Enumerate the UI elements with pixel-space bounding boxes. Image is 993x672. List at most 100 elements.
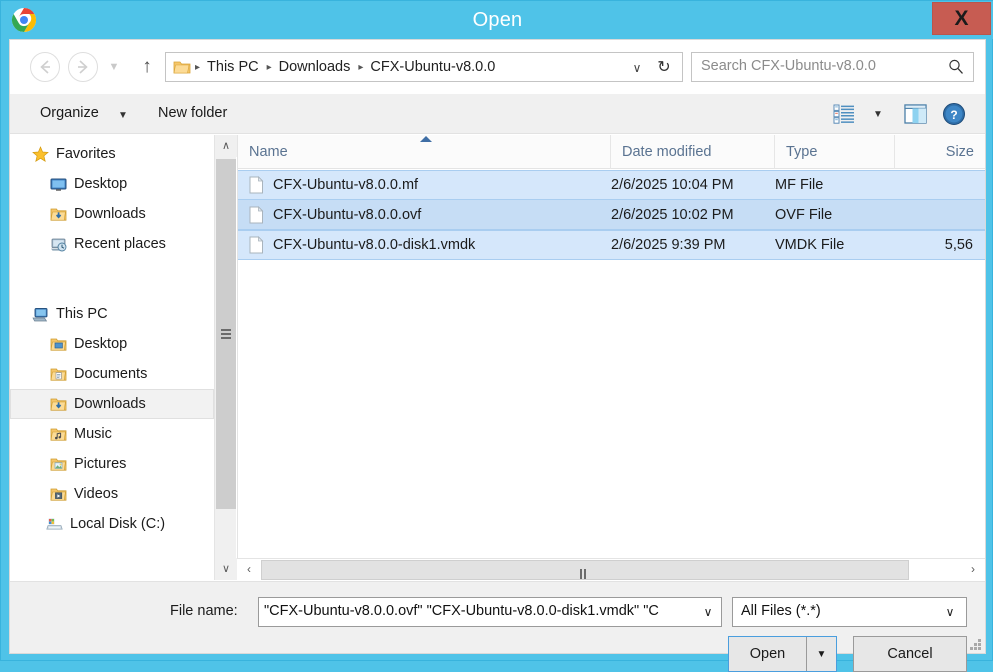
sidebar-item-desktop[interactable]: Desktop xyxy=(10,329,214,359)
table-row[interactable]: CFX-Ubuntu-v8.0.0.mf 2/6/2025 10:04 PM M… xyxy=(238,170,985,200)
file-size-cell: 5,56 xyxy=(895,237,973,253)
close-button[interactable]: X xyxy=(932,2,991,35)
sidebar-item-videos[interactable]: Videos xyxy=(10,479,214,509)
file-name-label: File name: xyxy=(170,603,238,619)
file-date-cell: 2/6/2025 10:02 PM xyxy=(611,207,771,223)
refresh-icon[interactable]: ↻ xyxy=(654,57,674,79)
recent-locations-icon[interactable]: ▼ xyxy=(106,60,122,74)
downloads-folder-icon xyxy=(50,206,67,223)
cancel-button[interactable]: Cancel xyxy=(853,636,967,672)
sidebar-item-music[interactable]: Music xyxy=(10,419,214,449)
table-row[interactable]: CFX-Ubuntu-v8.0.0-disk1.vmdk 2/6/2025 9:… xyxy=(238,230,985,260)
pictures-folder-icon xyxy=(50,456,67,473)
file-icon xyxy=(249,236,264,254)
forward-arrow-icon[interactable] xyxy=(68,52,98,82)
recent-places-icon xyxy=(50,236,67,253)
resize-grip-icon[interactable] xyxy=(967,636,981,650)
file-date-cell: 2/6/2025 10:04 PM xyxy=(611,177,771,193)
scrollbar-grip-icon xyxy=(221,329,231,339)
open-dropdown-button[interactable]: ▼ xyxy=(806,637,836,671)
scroll-right-button[interactable]: › xyxy=(963,559,983,580)
breadcrumb-item-current-folder[interactable]: CFX-Ubuntu-v8.0.0 xyxy=(366,59,499,75)
folder-icon xyxy=(173,60,191,75)
dialog-footer: File name: "CFX-Ubuntu-v8.0.0.ovf" "CFX-… xyxy=(10,581,985,653)
sidebar-item-pictures[interactable]: Pictures xyxy=(10,449,214,479)
preview-pane-icon[interactable] xyxy=(904,103,928,125)
sidebar-item-label: Downloads xyxy=(74,396,146,412)
file-type-cell: VMDK File xyxy=(775,237,895,253)
file-type-cell: OVF File xyxy=(775,207,895,223)
open-file-dialog-window: Open X ▼ ↑ ▸ This PC xyxy=(0,0,993,661)
file-name-text: CFX-Ubuntu-v8.0.0.mf xyxy=(273,177,418,193)
navigation-pane-scrollbar[interactable]: ∧ ∨ xyxy=(214,135,236,580)
column-header-type[interactable]: Type xyxy=(775,135,895,169)
desktop-folder-icon xyxy=(50,336,67,353)
back-arrow-icon[interactable] xyxy=(30,52,60,82)
breadcrumb-separator: ▸ xyxy=(191,62,203,73)
sidebar-item-label: Local Disk (C:) xyxy=(70,516,165,532)
scroll-up-button[interactable]: ∧ xyxy=(215,135,237,157)
file-list-horizontal-scrollbar[interactable]: ‹ › xyxy=(237,558,985,580)
file-rows: CFX-Ubuntu-v8.0.0.mf 2/6/2025 10:04 PM M… xyxy=(238,170,985,260)
column-headers: Name Date modified Type Size xyxy=(238,135,985,169)
drive-icon xyxy=(46,516,63,533)
scrollbar-thumb[interactable] xyxy=(261,560,909,580)
star-icon xyxy=(32,146,49,163)
file-date-cell: 2/6/2025 9:39 PM xyxy=(611,237,771,253)
address-bar[interactable]: ▸ This PC ▸ Downloads ▸ CFX-Ubuntu-v8.0.… xyxy=(165,52,683,82)
help-icon[interactable]: ? xyxy=(942,102,966,126)
sidebar-item-label: Music xyxy=(74,426,112,442)
navigation-bar: ▼ ↑ ▸ This PC ▸ Downloads ▸ CFX-Ubuntu-v… xyxy=(10,40,985,94)
file-name-input[interactable]: "CFX-Ubuntu-v8.0.0.ovf" "CFX-Ubuntu-v8.0… xyxy=(258,597,722,627)
column-header-date-modified[interactable]: Date modified xyxy=(611,135,775,169)
sidebar-item-local-disk-c[interactable]: Local Disk (C:) xyxy=(10,509,214,539)
window-title: Open xyxy=(1,7,993,33)
sidebar-item-documents[interactable]: Documents xyxy=(10,359,214,389)
dialog-client-area: ▼ ↑ ▸ This PC ▸ Downloads ▸ CFX-Ubuntu-v… xyxy=(9,39,986,654)
svg-text:?: ? xyxy=(950,108,957,122)
sidebar-item-label: Videos xyxy=(74,486,118,502)
sidebar-group-this-pc[interactable]: This PC xyxy=(10,299,214,329)
new-folder-button[interactable]: New folder xyxy=(154,103,231,123)
sidebar-item-recent-places[interactable]: Recent places xyxy=(10,229,214,259)
sidebar-item-label: Desktop xyxy=(74,176,127,192)
command-bar: Organize ▼ New folder xyxy=(10,94,985,134)
file-type-select[interactable]: All Files (*.*) ∨ xyxy=(732,597,967,627)
file-type-cell: MF File xyxy=(775,177,895,193)
file-icon xyxy=(249,176,264,194)
search-input[interactable]: Search CFX-Ubuntu-v8.0.0 xyxy=(701,58,876,74)
open-button-group: Open ▼ xyxy=(728,636,837,672)
file-icon xyxy=(249,206,264,224)
table-row[interactable]: CFX-Ubuntu-v8.0.0.ovf 2/6/2025 10:02 PM … xyxy=(238,200,985,230)
open-button[interactable]: Open xyxy=(729,637,806,671)
file-type-value: All Files (*.*) xyxy=(741,603,821,619)
sidebar-group-label: This PC xyxy=(56,306,108,322)
scroll-left-button[interactable]: ‹ xyxy=(239,559,259,580)
sidebar-item-downloads[interactable]: Downloads xyxy=(10,389,214,419)
sidebar-item-favorites-downloads[interactable]: Downloads xyxy=(10,199,214,229)
column-header-name[interactable]: Name xyxy=(238,135,611,169)
address-history-dropdown-icon[interactable]: ∨ xyxy=(628,59,646,77)
sidebar-item-favorites-desktop[interactable]: Desktop xyxy=(10,169,214,199)
breadcrumb-item-this-pc[interactable]: This PC xyxy=(203,59,263,75)
view-list-icon[interactable] xyxy=(833,103,855,125)
chevron-down-icon[interactable]: ∨ xyxy=(700,603,716,621)
file-name-cell: CFX-Ubuntu-v8.0.0.mf xyxy=(249,176,599,194)
navigation-pane: Favorites Desktop Downloads Recent place… xyxy=(10,135,214,580)
chevron-down-icon[interactable]: ∨ xyxy=(942,603,958,621)
file-name-cell: CFX-Ubuntu-v8.0.0.ovf xyxy=(249,206,599,224)
chevron-down-icon[interactable]: ▼ xyxy=(873,109,883,120)
scroll-down-button[interactable]: ∨ xyxy=(215,558,237,580)
column-header-size[interactable]: Size xyxy=(895,135,985,169)
file-name-value: "CFX-Ubuntu-v8.0.0.ovf" "CFX-Ubuntu-v8.0… xyxy=(264,603,694,623)
organize-button[interactable]: Organize xyxy=(36,103,103,123)
sidebar-item-label: Pictures xyxy=(74,456,126,472)
breadcrumb-item-downloads[interactable]: Downloads xyxy=(275,59,355,75)
chevron-down-icon[interactable]: ▼ xyxy=(114,108,132,123)
scrollbar-thumb[interactable] xyxy=(216,159,236,509)
up-one-level-icon[interactable]: ↑ xyxy=(134,54,160,80)
sidebar-group-favorites[interactable]: Favorites xyxy=(10,139,214,169)
breadcrumb-separator: ▸ xyxy=(263,62,275,73)
desktop-icon xyxy=(50,176,67,193)
search-box[interactable]: Search CFX-Ubuntu-v8.0.0 xyxy=(691,52,974,82)
